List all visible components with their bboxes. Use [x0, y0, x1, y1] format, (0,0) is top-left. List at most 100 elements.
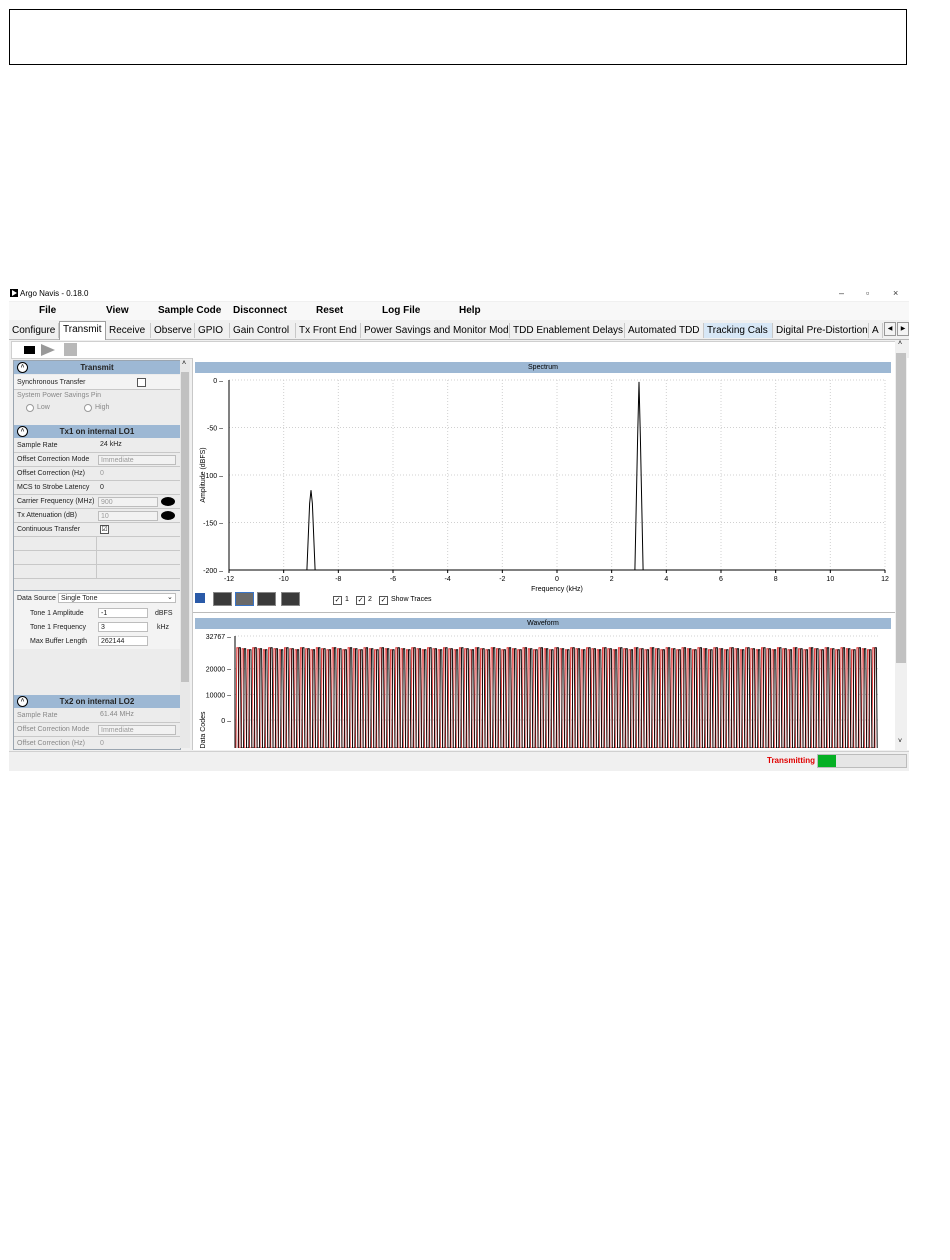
x-tick-label: 0 — [555, 576, 559, 583]
scroll-up-icon[interactable]: ˄ — [182, 360, 186, 367]
x-tick-label: -12 — [224, 576, 234, 583]
minimize-button[interactable]: – — [839, 288, 844, 298]
restore-button[interactable]: ▫ — [866, 288, 869, 298]
stop-icon[interactable] — [24, 346, 35, 354]
tab-scroll-left-icon[interactable]: ◀ — [884, 322, 896, 336]
scroll-down-icon[interactable]: ˅ — [898, 738, 902, 745]
carrier-freq-label: Carrier Frequency (MHz) — [17, 498, 95, 505]
main-scrollbar[interactable]: ˄ ˅ — [895, 340, 907, 750]
tone-freq-input[interactable]: 3 — [98, 622, 148, 632]
close-button[interactable]: × — [893, 288, 898, 298]
progress-fill — [818, 755, 836, 767]
show-traces-label: Show Traces — [391, 596, 432, 603]
sample-rate-value: 24 kHz — [100, 441, 122, 448]
tx1-row: Offset Correction (Hz) 0 — [14, 467, 180, 481]
tone-freq-label: Tone 1 Frequency — [30, 624, 87, 631]
marker-icon[interactable] — [257, 592, 276, 606]
reset-zoom-icon[interactable] — [281, 592, 300, 606]
settings-panel: ˄ Transmit Synchronous Transfer System P… — [13, 360, 181, 750]
x-tick-label: -10 — [279, 576, 289, 583]
tab-scroll-right-icon[interactable]: ▶ — [897, 322, 909, 336]
collapse-icon[interactable]: ˄ — [17, 696, 28, 707]
transmit-section-title: Transmit — [80, 363, 114, 372]
tx2-offset-correction-value: 0 — [100, 740, 104, 747]
y-tick-label: 0 – — [221, 718, 231, 725]
scrollbar-thumb[interactable] — [181, 372, 189, 682]
status-text: Transmitting — [767, 756, 816, 765]
waveform-title: Waveform — [195, 618, 891, 629]
carrier-freq-input[interactable]: 900 — [98, 497, 158, 507]
tab-transmit[interactable]: Transmit — [59, 321, 106, 340]
tab-gpio[interactable]: GPIO — [195, 323, 230, 338]
pan-icon[interactable] — [235, 592, 254, 606]
y-axis-label: Amplitude (dBFS) — [200, 447, 207, 502]
buffer-length-input[interactable]: 262144 — [98, 636, 148, 646]
settings-scrollbar[interactable]: ˄ — [180, 360, 190, 748]
tab-configure[interactable]: Configure — [9, 323, 59, 338]
tx2-offset-mode-select[interactable]: Immediate — [98, 725, 176, 735]
tab-digital-pre-distortion[interactable]: Digital Pre-Distortion — [773, 323, 869, 338]
tab-power-savings[interactable]: Power Savings and Monitor Mode — [361, 323, 510, 338]
tab-overflow[interactable]: A — [869, 323, 883, 338]
offset-mode-select[interactable]: Immediate — [98, 455, 176, 465]
save-plot-icon[interactable] — [195, 593, 205, 603]
progress-bar — [817, 754, 907, 768]
show-traces-checkbox[interactable]: ✓ — [379, 596, 388, 605]
play-icon[interactable] — [41, 344, 55, 356]
menu-sample-code[interactable]: Sample Code — [158, 305, 221, 316]
window-title: Argo Navis - 0.18.0 — [20, 289, 89, 298]
tx2-row: Offset Correction (Hz) 0 — [14, 737, 180, 749]
y-tick-label: 20000 – — [206, 667, 231, 674]
empty-row — [14, 537, 180, 551]
save-icon[interactable] — [64, 343, 77, 356]
tab-observe[interactable]: Observe — [151, 323, 195, 338]
data-source-select[interactable]: Single Tone — [58, 593, 176, 603]
collapse-icon[interactable]: ˄ — [17, 362, 28, 373]
x-tick-label: -2 — [499, 576, 505, 583]
tx-attenuation-input[interactable]: 10 — [98, 511, 158, 521]
tab-gain-control[interactable]: Gain Control — [230, 323, 296, 338]
charts-area: Spectrum -12 -10 -8 -6 -4 -2 0 2 4 6 8 10 12 0 – -50 –… — [192, 358, 909, 750]
y-tick-label: -200 – — [203, 568, 223, 575]
y-tick-label: -50 – — [207, 426, 223, 433]
menu-reset[interactable]: Reset — [316, 305, 343, 316]
x-tick-label: 4 — [664, 576, 668, 583]
column-divider — [96, 537, 97, 579]
tab-receive[interactable]: Receive — [106, 323, 151, 338]
menu-log-file[interactable]: Log File — [382, 305, 420, 316]
tx2-sample-rate-label: Sample Rate — [17, 712, 58, 719]
tab-automated-tdd[interactable]: Automated TDD — [625, 323, 704, 338]
tab-tx-front-end[interactable]: Tx Front End — [296, 323, 361, 338]
scroll-up-icon[interactable]: ˄ — [898, 340, 902, 347]
trace2-label: 2 — [368, 596, 372, 603]
tx1-row: Carrier Frequency (MHz) 900 — [14, 495, 180, 509]
x-tick-label: 10 — [826, 576, 834, 583]
tab-tracking-cals[interactable]: Tracking Cals — [704, 323, 773, 338]
chevron-down-icon[interactable]: ⌄ — [167, 593, 173, 601]
empty-row — [14, 551, 180, 565]
empty-row — [14, 565, 180, 579]
menu-help[interactable]: Help — [459, 305, 481, 316]
tx2-row: Sample Rate 61.44 MHz — [14, 709, 180, 723]
scrollbar-thumb[interactable] — [896, 353, 906, 663]
spinner-icon[interactable] — [161, 497, 175, 506]
trace2-checkbox[interactable]: ✓ — [356, 596, 365, 605]
zoom-icon[interactable] — [213, 592, 232, 606]
x-tick-label: -8 — [335, 576, 341, 583]
trace1-checkbox[interactable]: ✓ — [333, 596, 342, 605]
spinner-icon[interactable] — [161, 511, 175, 520]
tone-amp-input[interactable]: -1 — [98, 608, 148, 618]
menu-file[interactable]: File — [39, 305, 56, 316]
title-bar: Argo Navis - 0.18.0 – ▫ × — [9, 285, 909, 301]
x-axis-label: Frequency (kHz) — [531, 586, 583, 593]
menu-disconnect[interactable]: Disconnect — [233, 305, 287, 316]
menu-view[interactable]: View — [106, 305, 129, 316]
low-radio[interactable] — [26, 404, 34, 412]
continuous-transfer-checkbox[interactable]: ☑ — [100, 525, 109, 534]
collapse-icon[interactable]: ˄ — [17, 426, 28, 437]
sync-transfer-checkbox[interactable] — [137, 378, 146, 387]
tab-tdd-enablement[interactable]: TDD Enablement Delays — [510, 323, 625, 338]
y-tick-label: 0 – — [213, 378, 223, 385]
high-radio[interactable] — [84, 404, 92, 412]
x-tick-label: -4 — [445, 576, 451, 583]
